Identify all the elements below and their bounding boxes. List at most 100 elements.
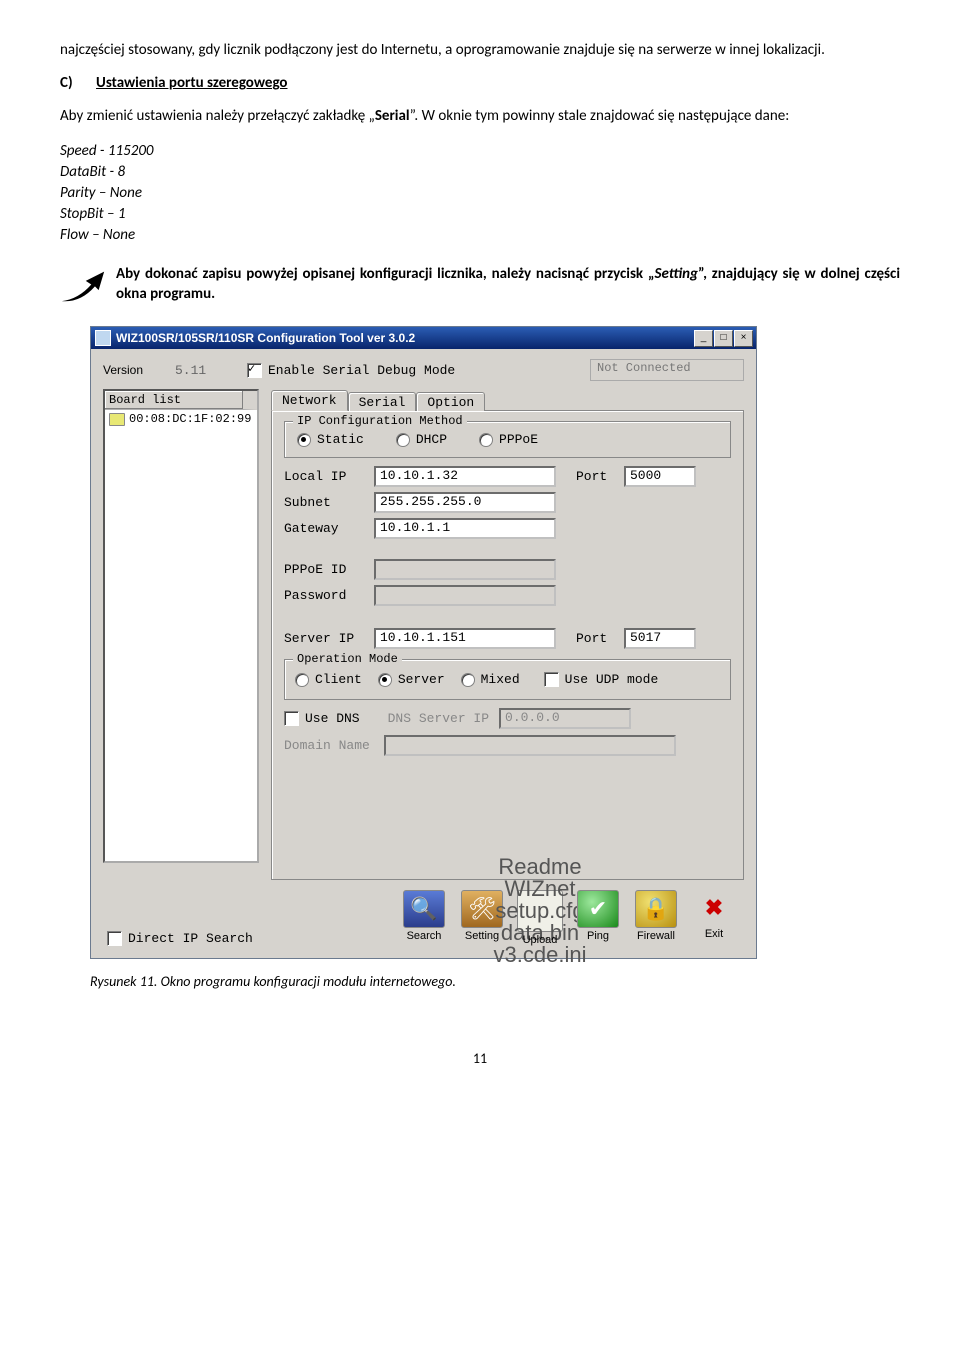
firewall-label: Firewall: [630, 930, 682, 942]
dns-checkbox-label: Use DNS: [305, 711, 360, 726]
arrow-icon: [60, 268, 106, 305]
setting-flow: Flow – None: [60, 225, 900, 246]
note-row: Aby dokonać zapisu powyżej opisanej konf…: [60, 264, 900, 305]
exit-icon: ✖: [694, 890, 734, 926]
checkbox-use-dns[interactable]: Use DNS: [284, 711, 360, 726]
connection-status: Not Connected: [590, 359, 744, 381]
radio-server[interactable]: Server: [378, 672, 445, 687]
serial-settings-list: Speed - 115200 DataBit - 8 Parity – None…: [60, 141, 900, 246]
radio-icon: [378, 673, 392, 687]
checkbox-udp[interactable]: Use UDP mode: [544, 672, 659, 687]
radio-static[interactable]: Static: [297, 432, 364, 447]
label-dns-server-ip: DNS Server IP: [388, 711, 489, 726]
radio-static-label: Static: [317, 432, 364, 447]
input-pppoe-id[interactable]: [374, 559, 556, 580]
tab-option[interactable]: Option: [416, 392, 485, 411]
tab-serial[interactable]: Serial: [348, 392, 417, 411]
label-domain-name: Domain Name: [284, 738, 374, 753]
udp-label: Use UDP mode: [565, 672, 659, 687]
firewall-button[interactable]: 🔒 Firewall: [630, 890, 682, 946]
search-label: Search: [398, 930, 450, 942]
label-server-port: Port: [576, 631, 624, 646]
input-server-port[interactable]: 5017: [624, 628, 696, 649]
label-subnet: Subnet: [284, 495, 374, 510]
checkbox-icon: [247, 363, 262, 378]
paragraph-serial: Aby zmienić ustawienia należy przełączyć…: [60, 106, 900, 126]
caption-pre: Rysunek 11. Okno: [90, 973, 194, 990]
label-gateway: Gateway: [284, 521, 374, 536]
input-dns-ip[interactable]: 0.0.0.0: [499, 708, 631, 729]
maximize-button[interactable]: □: [714, 330, 733, 347]
radio-icon: [461, 673, 475, 687]
radio-icon: [479, 433, 493, 447]
search-button[interactable]: 🔍 Search: [398, 890, 450, 946]
setting-stopbit: StopBit – 1: [60, 204, 900, 225]
input-password[interactable]: [374, 585, 556, 606]
radio-mixed-label: Mixed: [481, 672, 520, 687]
minimize-button[interactable]: _: [694, 330, 713, 347]
checkbox-direct-ip[interactable]: Direct IP Search: [107, 931, 253, 946]
ping-icon: ✔: [577, 890, 619, 928]
label-port: Port: [576, 469, 624, 484]
radio-client[interactable]: Client: [295, 672, 362, 687]
titlebar: WIZ100SR/105SR/110SR Configuration Tool …: [91, 327, 756, 349]
tabs: Network Serial Option: [271, 390, 744, 411]
radio-server-label: Server: [398, 672, 445, 687]
checkbox-icon: [544, 672, 559, 687]
ping-label: Ping: [572, 930, 624, 942]
figure-caption: Rysunek 11. Okno programu konfiguracji m…: [90, 973, 900, 990]
radio-client-label: Client: [315, 672, 362, 687]
radio-icon: [396, 433, 410, 447]
radio-mixed[interactable]: Mixed: [461, 672, 520, 687]
note-text: Aby dokonać zapisu powyżej opisanej konf…: [116, 264, 900, 305]
setting-speed: Speed - 115200: [60, 141, 900, 162]
radio-pppoe-label: PPPoE: [499, 432, 538, 447]
input-domain-name[interactable]: [384, 735, 676, 756]
exit-button[interactable]: ✖ Exit: [688, 890, 740, 946]
group-operation-mode: Operation Mode Client Server Mixed Use U…: [284, 659, 731, 700]
radio-pppoe[interactable]: PPPoE: [479, 432, 538, 447]
exit-label: Exit: [688, 928, 740, 940]
input-local-port[interactable]: 5000: [624, 466, 696, 487]
board-mac: 00:08:DC:1F:02:99: [129, 412, 251, 426]
upload-button[interactable]: ReadmeWIZnetsetup.cfgdata.binv3.cde.ini …: [514, 890, 566, 946]
label-server-ip: Server IP: [284, 631, 374, 646]
enable-debug-checkbox[interactable]: Enable Serial Debug Mode: [247, 363, 455, 378]
direct-ip-label: Direct IP Search: [128, 931, 253, 946]
input-gateway[interactable]: 10.10.1.1: [374, 518, 556, 539]
app-icon: [95, 330, 111, 346]
radio-dhcp[interactable]: DHCP: [396, 432, 447, 447]
caption-rest: programu konfiguracji modułu internetowe…: [194, 973, 456, 990]
text-bold-serial: Serial: [375, 107, 410, 125]
radio-icon: [295, 673, 309, 687]
upload-icon: ReadmeWIZnetsetup.cfgdata.binv3.cde.ini: [517, 890, 563, 932]
section-letter: C): [60, 74, 73, 92]
setting-parity: Parity – None: [60, 183, 900, 204]
board-icon: [109, 413, 125, 426]
input-subnet[interactable]: 255.255.255.0: [374, 492, 556, 513]
tab-network[interactable]: Network: [271, 390, 348, 411]
text-pre: Aby zmienić ustawienia należy przełączyć…: [60, 107, 375, 125]
input-local-ip[interactable]: 10.10.1.32: [374, 466, 556, 487]
search-icon: 🔍: [403, 890, 445, 928]
ping-button[interactable]: ✔ Ping: [572, 890, 624, 946]
board-list-header: Board list: [105, 391, 257, 410]
board-list-item[interactable]: 00:08:DC:1F:02:99: [105, 410, 257, 428]
firewall-icon: 🔒: [635, 890, 677, 928]
radio-icon: [297, 433, 311, 447]
group-ip-title: IP Configuration Method: [293, 414, 467, 428]
version-value: 5.11: [175, 363, 233, 378]
group-op-title: Operation Mode: [293, 652, 402, 666]
note-pre: Aby dokonać zapisu powyżej opisanej konf…: [116, 265, 654, 283]
setting-databit: DataBit - 8: [60, 162, 900, 183]
group-ip-config: IP Configuration Method Static DHCP PPPo…: [284, 421, 731, 458]
close-button[interactable]: ×: [734, 330, 753, 347]
tab-panel-network: IP Configuration Method Static DHCP PPPo…: [271, 410, 744, 880]
section-heading: C) Ustawienia portu szeregowego: [60, 74, 900, 92]
paragraph-intro: najczęściej stosowany, gdy licznik podłą…: [60, 40, 900, 60]
label-password: Password: [284, 588, 374, 603]
page-number: 11: [60, 1050, 900, 1067]
radio-dhcp-label: DHCP: [416, 432, 447, 447]
board-list[interactable]: Board list 00:08:DC:1F:02:99: [103, 389, 259, 863]
input-server-ip[interactable]: 10.10.1.151: [374, 628, 556, 649]
